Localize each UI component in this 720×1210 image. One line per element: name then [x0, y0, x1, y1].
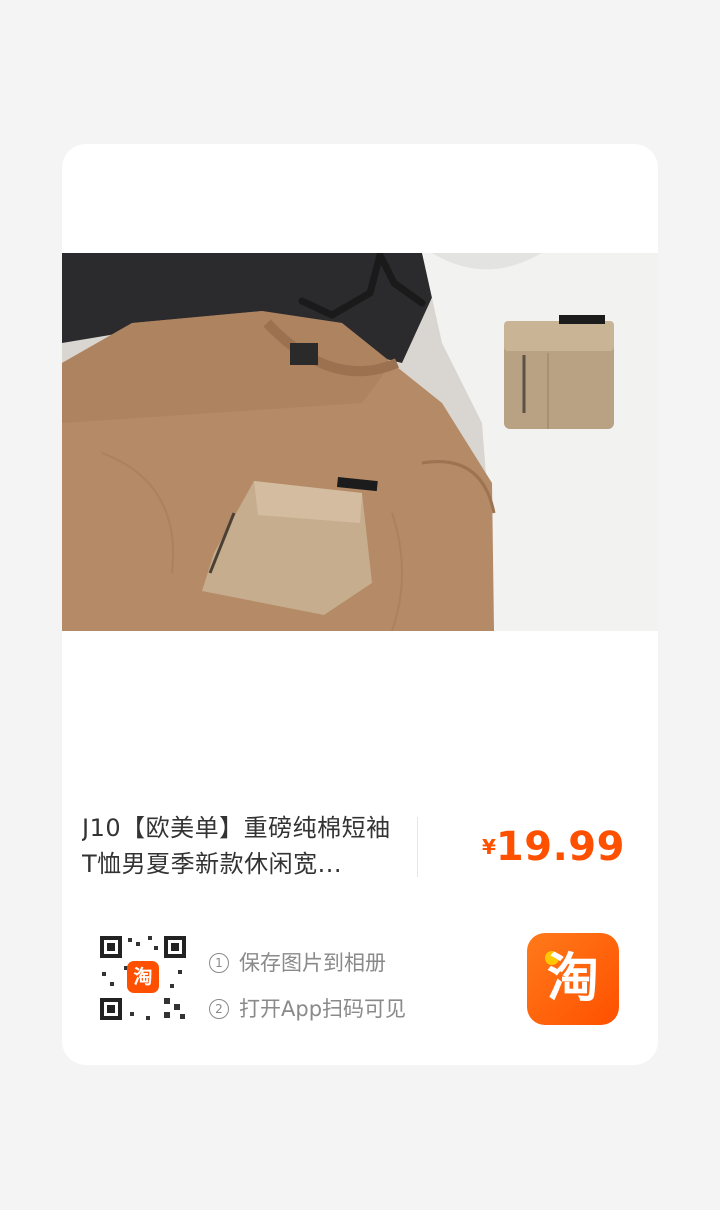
price: ¥19.99 — [482, 824, 625, 870]
qr-center-taobao-icon: 淘 — [133, 966, 153, 988]
price-value: 19.99 — [495, 824, 625, 870]
qr-code[interactable]: 淘 — [98, 932, 188, 1024]
divider — [417, 817, 418, 877]
step-save-image-text: 保存图片到相册 — [239, 951, 386, 975]
step-save-image: 1 保存图片到相册 — [209, 940, 406, 986]
share-card: J10【欧美单】重磅纯棉短袖T恤男夏季新款休闲宽... ¥19.99 淘 1 保… — [62, 144, 658, 1065]
step-number-1: 1 — [209, 953, 229, 973]
taobao-logo-icon[interactable]: 淘 — [527, 933, 619, 1025]
share-instructions: 1 保存图片到相册 2 打开App扫码可见 — [209, 940, 406, 1032]
product-image[interactable] — [62, 253, 658, 631]
product-title: J10【欧美单】重磅纯棉短袖T恤男夏季新款休闲宽... — [82, 814, 391, 878]
step-number-2: 2 — [209, 999, 229, 1019]
step-open-app-scan-text: 打开App扫码可见 — [239, 997, 407, 1021]
taobao-logo-glyph: 淘 — [546, 949, 599, 1009]
step-open-app-scan: 2 打开App扫码可见 — [209, 986, 406, 1032]
currency-symbol: ¥ — [482, 835, 496, 859]
